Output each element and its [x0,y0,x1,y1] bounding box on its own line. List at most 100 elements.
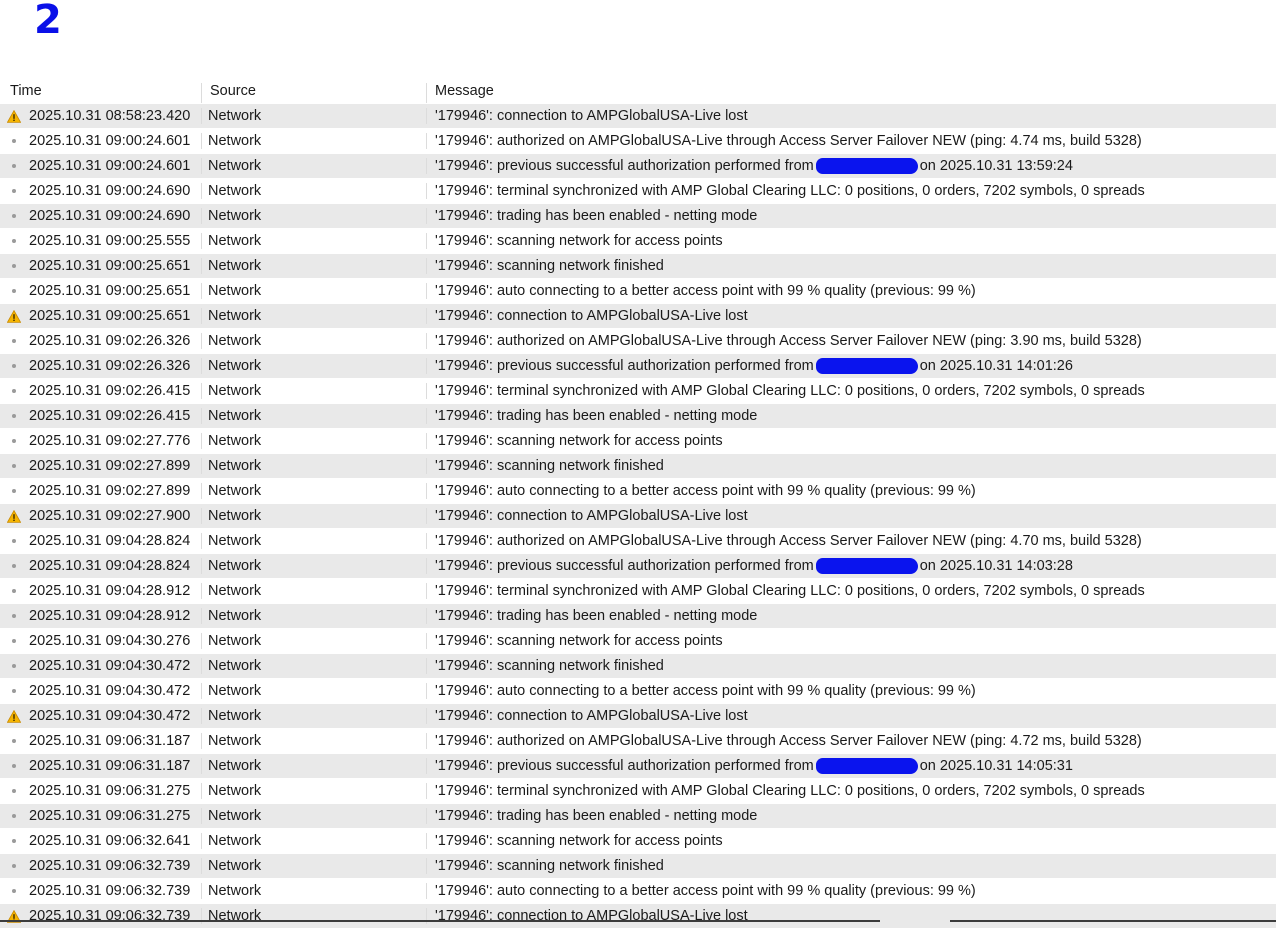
table-row[interactable]: 2025.10.31 09:00:24.690 Network '179946': … [0,178,1276,203]
table-row[interactable]: 2025.10.31 09:00:24.601 Network '179946': … [0,153,1276,178]
table-row[interactable]: 2025.10.31 09:00:24.601 Network '179946': … [0,128,1276,153]
table-row[interactable]: 2025.10.31 09:06:31.275 Network '179946': … [0,778,1276,803]
table-row[interactable]: 2025.10.31 09:02:26.415 Network '179946': … [0,378,1276,403]
time-cell: 2025.10.31 09:02:26.326 [0,333,201,349]
table-row[interactable]: 2025.10.31 09:04:28.824 Network '179946': … [0,553,1276,578]
message-text: '179946': previous successful authorizat… [435,357,814,374]
horizontal-scrollbar-track[interactable] [950,920,1276,922]
time-text: 2025.10.31 09:04:30.472 [29,658,191,674]
message-text: '179946': trading has been enabled - net… [435,208,758,224]
table-row[interactable]: 2025.10.31 09:00:25.555 Network '179946': … [0,228,1276,253]
source-cell: Network [201,483,426,499]
column-header-message[interactable]: Message [426,83,1276,103]
source-cell: Network [201,358,426,374]
source-cell: Network [201,233,426,249]
table-row[interactable]: 2025.10.31 09:00:25.651 Network '179946': … [0,303,1276,328]
info-dot-icon [6,809,22,823]
table-row[interactable]: 2025.10.31 09:02:26.326 Network '179946': … [0,328,1276,353]
table-row[interactable]: 2025.10.31 09:06:31.187 Network '179946': … [0,753,1276,778]
source-cell: Network [201,783,426,799]
message-text: '179946': scanning network for access po… [435,433,723,449]
time-cell: 2025.10.31 09:04:30.472 [0,658,201,674]
message-cell: '179946': previous successful authorizat… [426,357,1276,375]
time-text: 2025.10.31 09:04:28.824 [29,533,191,549]
message-cell: '179946': trading has been enabled - net… [426,408,1276,424]
message-cell: '179946': trading has been enabled - net… [426,808,1276,824]
source-cell: Network [201,583,426,599]
table-row[interactable]: 2025.10.31 09:00:25.651 Network '179946': … [0,278,1276,303]
source-cell: Network [201,433,426,449]
message-cell: '179946': authorized on AMPGlobalUSA-Liv… [426,333,1276,349]
table-row[interactable]: 2025.10.31 09:02:27.899 Network '179946': … [0,478,1276,503]
message-text: '179946': authorized on AMPGlobalUSA-Liv… [435,533,1142,549]
source-cell: Network [201,808,426,824]
table-row[interactable]: 2025.10.31 09:06:32.739 Network '179946': … [0,853,1276,878]
table-row[interactable]: 2025.10.31 09:06:31.187 Network '179946': … [0,728,1276,753]
message-cell: '179946': connection to AMPGlobalUSA-Liv… [426,308,1276,324]
time-cell: 2025.10.31 09:04:28.824 [0,558,201,574]
source-cell: Network [201,133,426,149]
column-header-time[interactable]: Time [0,83,201,103]
message-cell: '179946': scanning network for access po… [426,833,1276,849]
table-row[interactable]: 2025.10.31 09:00:25.651 Network '179946': … [0,253,1276,278]
horizontal-scrollbar[interactable] [0,920,880,922]
table-row[interactable]: 2025.10.31 09:04:28.824 Network '179946': … [0,528,1276,553]
message-text-after: on 2025.10.31 14:01:26 [919,357,1073,374]
table-row[interactable]: 2025.10.31 09:04:28.912 Network '179946': … [0,578,1276,603]
time-cell: 2025.10.31 09:04:30.472 [0,683,201,699]
source-cell: Network [201,733,426,749]
table-row[interactable]: 2025.10.31 09:02:27.776 Network '179946': … [0,428,1276,453]
message-text: '179946': connection to AMPGlobalUSA-Liv… [435,708,748,724]
table-row[interactable]: 2025.10.31 08:58:23.420 Network '179946': … [0,103,1276,128]
table-row[interactable]: 2025.10.31 09:02:27.900 Network '179946': … [0,503,1276,528]
table-row[interactable]: 2025.10.31 09:06:32.641 Network '179946': … [0,828,1276,853]
redaction-mark [815,158,918,175]
table-row[interactable]: 2025.10.31 09:04:30.472 Network '179946': … [0,678,1276,703]
message-text: '179946': terminal synchronized with AMP… [435,183,1145,199]
table-row[interactable]: 2025.10.31 09:06:32.739 Network '179946': … [0,903,1276,928]
info-dot-icon [6,859,22,873]
table-row[interactable]: 2025.10.31 09:04:30.276 Network '179946': … [0,628,1276,653]
info-dot-icon [6,334,22,348]
message-text: '179946': scanning network for access po… [435,833,723,849]
source-cell: Network [201,158,426,174]
time-text: 2025.10.31 09:04:28.824 [29,558,191,574]
table-row[interactable]: 2025.10.31 09:02:26.326 Network '179946': … [0,353,1276,378]
time-text: 2025.10.31 09:02:26.326 [29,333,191,349]
time-text: 2025.10.31 09:06:31.187 [29,758,191,774]
redaction-mark [815,558,918,575]
table-row[interactable]: 2025.10.31 09:04:30.472 Network '179946': … [0,703,1276,728]
table-row[interactable]: 2025.10.31 09:02:26.415 Network '179946': … [0,403,1276,428]
message-cell: '179946': scanning network finished [426,658,1276,674]
info-dot-icon [6,734,22,748]
message-cell: '179946': auto connecting to a better ac… [426,683,1276,699]
table-row[interactable]: 2025.10.31 09:00:24.690 Network '179946': … [0,203,1276,228]
info-dot-icon [6,384,22,398]
message-text: '179946': previous successful authorizat… [435,157,814,174]
info-dot-icon [6,584,22,598]
table-row[interactable]: 2025.10.31 09:04:30.472 Network '179946': … [0,653,1276,678]
source-cell: Network [201,408,426,424]
table-row[interactable]: 2025.10.31 09:06:31.275 Network '179946': … [0,803,1276,828]
info-dot-icon [6,884,22,898]
source-cell: Network [201,383,426,399]
time-cell: 2025.10.31 09:06:31.187 [0,758,201,774]
time-text: 2025.10.31 09:02:27.899 [29,483,191,499]
time-cell: 2025.10.31 09:02:27.899 [0,458,201,474]
message-text: '179946': scanning network finished [435,458,664,474]
message-text: '179946': previous successful authorizat… [435,757,814,774]
table-row[interactable]: 2025.10.31 09:06:32.739 Network '179946': … [0,878,1276,903]
column-header-source[interactable]: Source [201,83,426,103]
redaction-mark [815,358,918,375]
message-cell: '179946': authorized on AMPGlobalUSA-Liv… [426,533,1276,549]
time-cell: 2025.10.31 09:00:24.690 [0,208,201,224]
message-text: '179946': auto connecting to a better ac… [435,283,976,299]
table-row[interactable]: 2025.10.31 09:04:28.912 Network '179946': … [0,603,1276,628]
source-cell: Network [201,858,426,874]
time-cell: 2025.10.31 09:04:28.912 [0,608,201,624]
message-text: '179946': connection to AMPGlobalUSA-Liv… [435,308,748,324]
table-row[interactable]: 2025.10.31 09:02:27.899 Network '179946': … [0,453,1276,478]
warning-icon [6,109,22,123]
time-text: 2025.10.31 09:00:24.601 [29,133,191,149]
source-cell: Network [201,758,426,774]
